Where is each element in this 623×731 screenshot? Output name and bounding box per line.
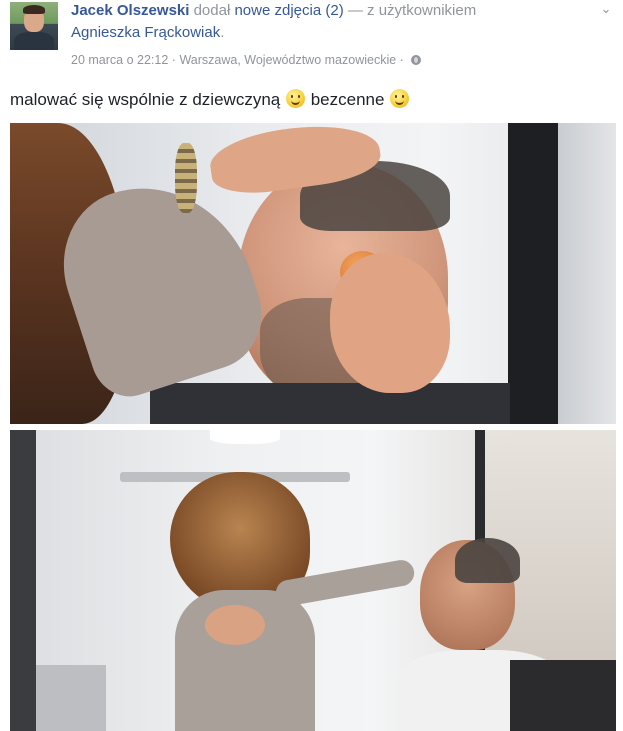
tagged-user-link[interactable]: Agnieszka Frąckowiak [71,24,220,41]
meta-separator: · [171,53,176,67]
author-link[interactable]: Jacek Olszewski [71,2,189,19]
post-headline: Jacek Olszewski dodał nowe zdjęcia (2) —… [71,0,601,44]
message-text-2: bezcenne [310,90,385,109]
photo-1[interactable] [10,123,616,424]
post-meta: 20 marca o 22:12 · Warszawa, Województwo… [71,52,422,68]
meta-separator-2: · [399,53,404,67]
smile-icon [285,89,305,108]
action-text: dodał [193,2,231,19]
chevron-down-icon[interactable]: ⌄ [599,2,613,15]
post-location[interactable]: Warszawa, Województwo mazowieckie [179,53,396,67]
post-header: Jacek Olszewski dodał nowe zdjęcia (2) —… [0,0,623,72]
globe-icon[interactable] [411,55,422,65]
with-text: — z użytkownikiem [343,2,477,19]
post-timestamp[interactable]: 20 marca o 22:12 [71,53,168,67]
message-text-1: malować się wspólnie z dziewczyną [10,90,281,109]
tagged-suffix: . [220,24,225,41]
post-message: malować się wspólnie z dziewczyną bezcen… [10,88,410,112]
photos-link[interactable]: nowe zdjęcia (2) [234,2,343,19]
photo-2[interactable] [10,430,616,731]
avatar[interactable] [10,2,58,50]
smile-icon [390,89,410,108]
